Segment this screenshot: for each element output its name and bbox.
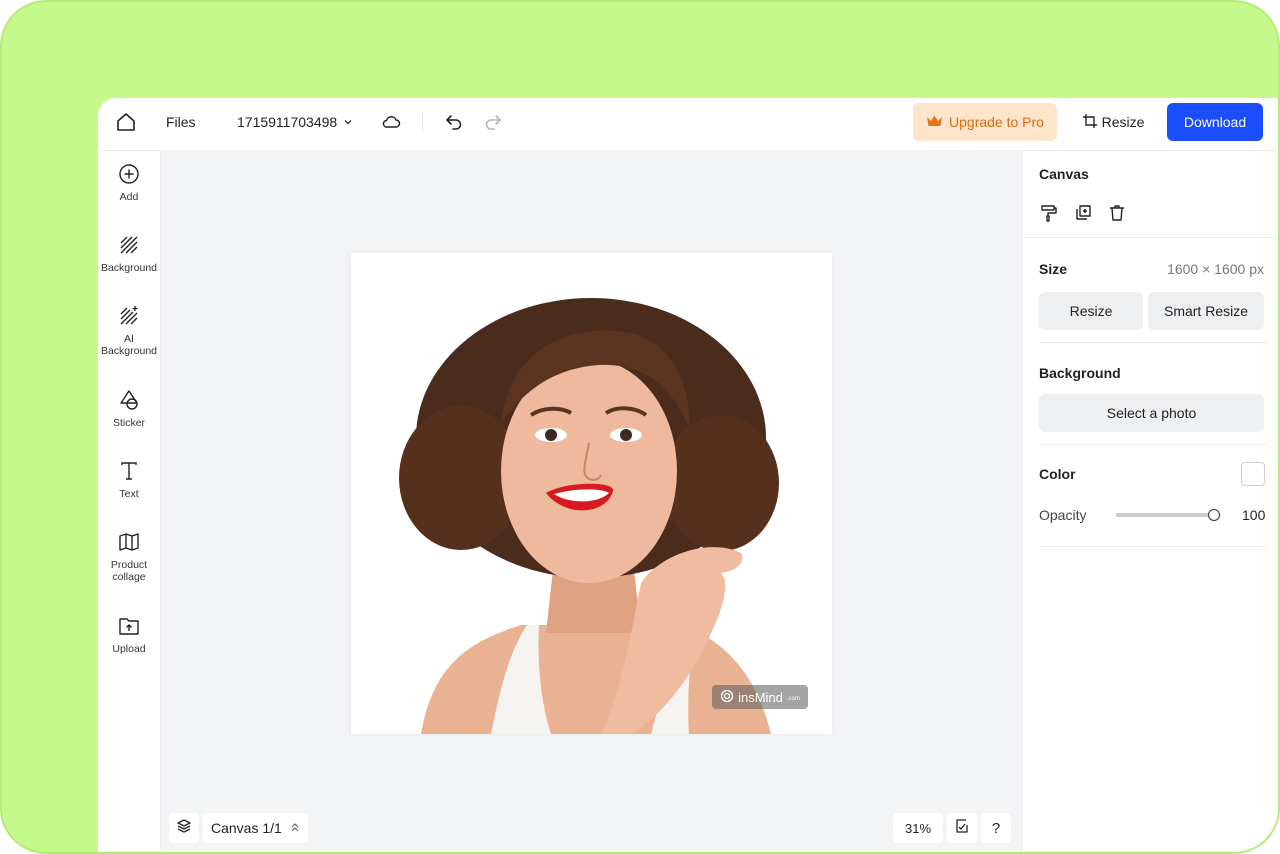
divider [1023, 237, 1278, 238]
crown-icon [926, 114, 943, 131]
tool-add[interactable]: Add [98, 163, 160, 203]
canvas-nav: Canvas 1/1 [169, 813, 308, 843]
files-link[interactable]: Files [166, 114, 196, 130]
resize-label: Resize [1101, 114, 1145, 130]
trash-icon[interactable] [1107, 203, 1127, 223]
canvas-title: Canvas [1039, 166, 1089, 182]
redo-icon[interactable] [482, 111, 504, 133]
map-icon [98, 531, 160, 553]
logo-icon [720, 689, 734, 706]
top-bar: Files 1715911703498 Upgrade to Pro Resiz… [98, 98, 1278, 151]
view-controls: 31% ? [893, 813, 1011, 843]
resize-canvas-button[interactable]: Resize [1039, 292, 1143, 330]
tool-label: Background [100, 262, 158, 274]
tool-label: Upload [112, 643, 146, 655]
tool-label: Product collage [110, 559, 148, 583]
zoom-level[interactable]: 31% [893, 813, 943, 843]
cloud-icon[interactable] [380, 111, 402, 133]
divider [1039, 342, 1267, 343]
canvas-pager[interactable]: Canvas 1/1 [203, 813, 308, 843]
tool-product-collage[interactable]: Product collage [98, 531, 160, 583]
opacity-slider-knob[interactable] [1208, 509, 1220, 521]
ai-hatch-icon [98, 305, 160, 327]
shapes-icon [98, 389, 160, 411]
watermark-text: insMind [738, 689, 783, 705]
duplicate-icon[interactable] [1073, 203, 1093, 223]
text-icon [98, 460, 160, 482]
upgrade-label: Upgrade to Pro [949, 114, 1044, 130]
smart-resize-button[interactable]: Smart Resize [1148, 292, 1264, 330]
opacity-label: Opacity [1039, 507, 1087, 523]
toolbar-divider [422, 113, 423, 131]
notes-button[interactable] [947, 813, 977, 843]
layers-button[interactable] [169, 813, 199, 843]
size-value: 1600 × 1600 px [1167, 261, 1264, 277]
tool-label: Add [119, 191, 139, 203]
opacity-slider-fill [1116, 513, 1214, 517]
pager-label: Canvas 1/1 [211, 820, 282, 836]
tool-sticker[interactable]: Sticker [98, 389, 160, 429]
upgrade-button[interactable]: Upgrade to Pro [913, 103, 1057, 141]
background-label: Background [1039, 365, 1121, 381]
tool-label: Text [119, 488, 139, 500]
help-button[interactable]: ? [981, 813, 1011, 843]
artboard[interactable]: insMind .com [351, 253, 832, 734]
tool-label: AI Background [100, 333, 158, 357]
paint-roller-icon[interactable] [1039, 203, 1059, 223]
opacity-slider[interactable] [1116, 513, 1214, 517]
download-button[interactable]: Download [1167, 103, 1263, 141]
edit-note-icon [954, 818, 970, 838]
crop-icon [1082, 113, 1098, 132]
home-icon[interactable] [115, 111, 137, 133]
left-toolbar: Add Background AI Background Sticker Tex… [98, 151, 161, 852]
opacity-value: 100 [1242, 507, 1266, 523]
canvas-actions [1039, 203, 1127, 223]
watermark: insMind .com [712, 685, 808, 709]
properties-panel: Canvas Size 1600 × 1600 px Resize Smart … [1022, 151, 1278, 852]
tool-background[interactable]: Background [98, 234, 160, 274]
divider [1039, 546, 1267, 547]
canvas-workspace[interactable]: insMind .com Canvas 1/1 31% ? [161, 151, 1022, 852]
divider [1039, 444, 1267, 445]
portrait-image[interactable] [351, 253, 832, 734]
tool-text[interactable]: Text [98, 460, 160, 500]
chevron-down-icon[interactable] [342, 115, 354, 127]
chevron-up-double-icon [290, 820, 300, 836]
undo-icon[interactable] [443, 111, 465, 133]
watermark-suffix: .com [786, 696, 800, 702]
size-label: Size [1039, 261, 1068, 277]
tool-upload[interactable]: Upload [98, 615, 160, 655]
outer-frame: Files 1715911703498 Upgrade to Pro Resiz… [0, 0, 1280, 854]
plus-circle-icon [98, 163, 160, 185]
tool-ai-background[interactable]: AI Background [98, 305, 160, 357]
tool-label: Sticker [112, 417, 146, 429]
color-label: Color [1039, 466, 1076, 482]
color-swatch[interactable] [1241, 462, 1265, 486]
hatch-icon [98, 234, 160, 256]
resize-button[interactable]: Resize [1073, 103, 1153, 141]
upload-folder-icon [98, 615, 160, 637]
editor-window: Files 1715911703498 Upgrade to Pro Resiz… [98, 98, 1278, 852]
select-photo-button[interactable]: Select a photo [1039, 394, 1264, 432]
file-name[interactable]: 1715911703498 [237, 114, 337, 130]
layers-icon [176, 818, 192, 839]
